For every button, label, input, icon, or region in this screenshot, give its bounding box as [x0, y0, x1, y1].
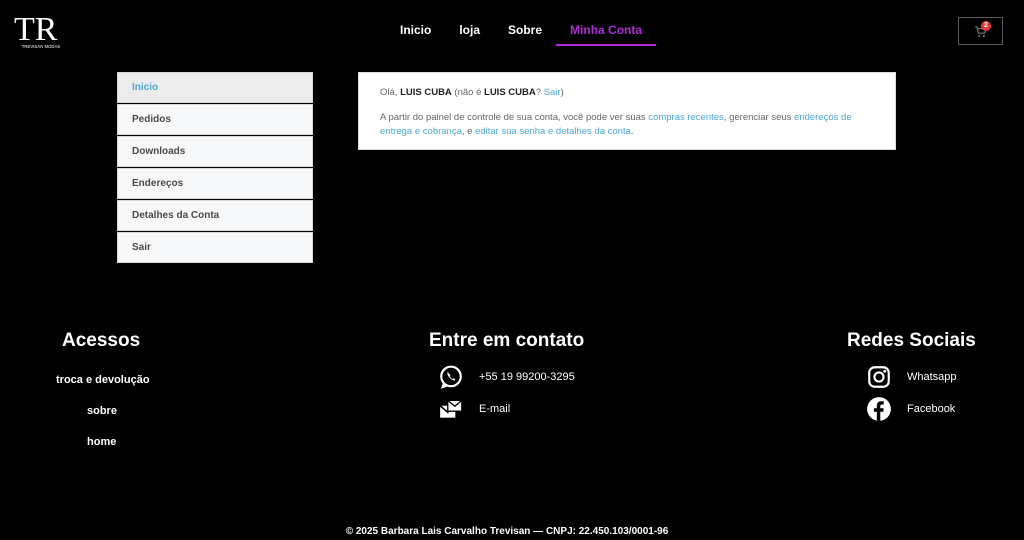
not-you-user: LUIS CUBA [484, 87, 536, 98]
site-header: TR TREVISAN MODAS Inicio loja Sobre Minh… [0, 0, 1024, 60]
footer-phone[interactable]: +55 19 99200-3295 [438, 364, 575, 390]
question-mark: ? [535, 87, 544, 98]
whatsapp-icon [438, 364, 464, 390]
dashboard-intro: A partir do painel de controle de sua co… [380, 111, 874, 140]
footer-link-troca[interactable]: troca e devolução [56, 374, 150, 386]
instagram-icon [866, 364, 892, 390]
dashboard-content: Olá, LUIS CUBA (não é LUIS CUBA? Sair) A… [358, 72, 896, 150]
greeting-prefix: Olá, [380, 87, 401, 98]
footer-contact-title: Entre em contato [429, 330, 585, 351]
social-whatsapp-label: Whatsapp [907, 371, 957, 383]
footer-access-title: Acessos [62, 330, 141, 351]
nav-minha-conta[interactable]: Minha Conta [556, 14, 657, 46]
main-nav: Inicio loja Sobre Minha Conta [386, 14, 657, 46]
svg-text:TREVISAN MODAS: TREVISAN MODAS [22, 44, 61, 49]
not-you-text: (não é [451, 87, 485, 98]
manage-text: , gerenciar seus [723, 111, 795, 123]
sidebar-item-downloads[interactable]: Downloads [117, 136, 313, 167]
email-icon [438, 396, 464, 422]
footer-email[interactable]: E-mail [438, 396, 510, 422]
footer-link-home[interactable]: home [87, 436, 116, 448]
intro-text: A partir do painel de controle de sua co… [380, 111, 649, 123]
greeting-text: Olá, LUIS CUBA (não é LUIS CUBA? Sair) [380, 86, 874, 101]
sidebar-item-detalhes-conta[interactable]: Detalhes da Conta [117, 200, 313, 231]
footer-social-whatsapp[interactable]: Whatsapp [866, 364, 957, 390]
user-name: LUIS CUBA [400, 87, 452, 98]
account-sidebar: Inicio Pedidos Downloads Endereços Detal… [117, 72, 313, 264]
period-text: . [630, 126, 634, 137]
logout-link[interactable]: Sair [544, 87, 561, 98]
sidebar-item-inicio[interactable]: Inicio [117, 72, 313, 103]
social-facebook-label: Facebook [907, 403, 956, 415]
sidebar-item-pedidos[interactable]: Pedidos [117, 104, 313, 135]
logo-icon: TR TREVISAN MODAS [14, 11, 61, 49]
close-paren: ) [560, 87, 564, 98]
nav-inicio[interactable]: Inicio [386, 14, 445, 46]
phone-number: +55 19 99200-3295 [479, 371, 575, 383]
nav-sobre[interactable]: Sobre [494, 14, 556, 46]
email-label: E-mail [479, 403, 511, 415]
copyright-text: © 2025 Barbara Lais Carvalho Trevisan — … [345, 526, 669, 537]
and-text: , e [461, 126, 476, 137]
cart-count-badge: 2 [981, 21, 991, 31]
facebook-icon [866, 396, 892, 422]
sidebar-item-enderecos[interactable]: Endereços [117, 168, 313, 199]
recent-orders-link[interactable]: compras recentes [648, 112, 724, 123]
edit-account-link[interactable]: editar sua senha e detalhes da conta [475, 126, 631, 137]
brand-logo[interactable]: TR TREVISAN MODAS [13, 11, 69, 50]
footer-social-facebook[interactable]: Facebook [866, 396, 955, 422]
footer-social-title: Redes Sociais [847, 330, 976, 351]
cart-button[interactable]: 2 [958, 17, 1003, 45]
sidebar-item-sair[interactable]: Sair [117, 232, 313, 263]
svg-text:TR: TR [14, 12, 58, 48]
footer-link-sobre[interactable]: sobre [87, 405, 117, 417]
nav-loja[interactable]: loja [445, 14, 494, 46]
